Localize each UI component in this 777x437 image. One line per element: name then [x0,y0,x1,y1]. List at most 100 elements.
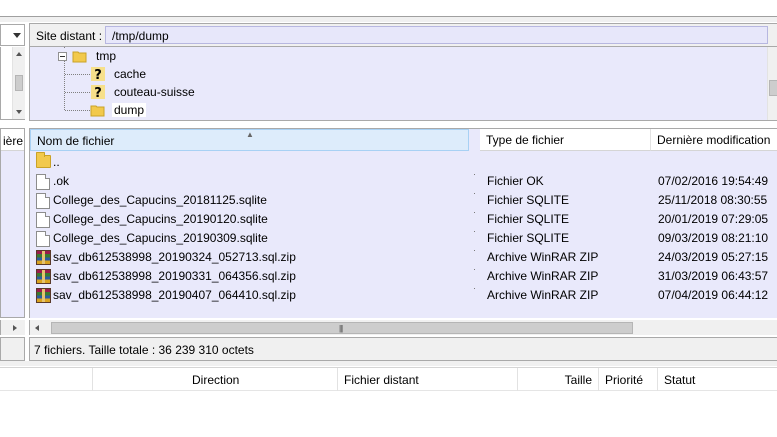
column-header-name[interactable]: Nom de fichier ▲ [30,129,469,151]
column-header-type[interactable]: Type de fichier [480,129,651,151]
column-header-label: Direction [192,373,240,387]
tree-connector [65,92,90,93]
scroll-thumb[interactable] [15,75,23,91]
remote-file-list[interactable]: Nom de fichier ▲ Type de fichier Dernièr… [29,128,777,318]
file-modified: 20/01/2019 07:29:05 [658,212,769,226]
queue-column-priority[interactable]: Priorité [599,368,658,391]
column-separator [474,250,475,251]
column-header-label: Statut [664,373,696,387]
file-modified: 07/04/2019 06:44:12 [658,288,769,302]
splitter[interactable] [0,17,777,22]
file-name: College_des_Capucins_20181125.sqlite [53,193,267,207]
folder-icon [90,102,106,118]
remote-site-bar: Site distant : /tmp/dump [29,23,777,47]
queue-column-remote-file[interactable]: Fichier distant [338,368,518,391]
winrar-zip-icon [36,269,51,284]
file-row[interactable]: sav_db612538998_20190324_052713.sql.zip … [30,247,777,266]
file-name: sav_db612538998_20190324_052713.sql.zip [53,250,296,264]
arrow-left-icon[interactable] [35,324,39,331]
top-toolbar-strip [0,0,777,17]
remote-directory-tree[interactable]: tmp ? cache ? couteau-suisse dump [29,47,777,121]
file-name: College_des_Capucins_20190309.sqlite [53,231,268,245]
column-header-modified[interactable]: Dernière modification [651,129,777,151]
local-status-bar [0,337,25,361]
grip-icon: ||| [339,324,343,333]
file-type: Fichier SQLITE [487,193,570,207]
file-row[interactable]: .. [30,152,777,171]
sort-ascending-icon: ▲ [246,130,254,139]
file-row[interactable]: .ok Fichier OK 07/02/2016 19:54:49 [30,171,777,190]
file-row[interactable]: College_des_Capucins_20181125.sqlite Fic… [30,190,777,209]
local-tree-scrollbar[interactable] [12,47,25,119]
column-separator [474,288,475,289]
tree-connector [64,60,65,110]
file-type: Fichier OK [487,174,544,188]
file-type: Archive WinRAR ZIP [487,269,599,283]
chevron-down-icon[interactable] [13,33,21,38]
tree-item-label: dump [112,103,147,117]
file-name: sav_db612538998_20190407_064410.sql.zip [53,288,296,302]
local-column-header[interactable]: ière [1,129,24,151]
tree-connector [65,74,90,75]
file-type: Archive WinRAR ZIP [487,288,599,302]
unknown-folder-icon: ? [90,66,106,83]
column-separator [474,212,475,213]
queue-column-server[interactable] [0,368,93,391]
scroll-up-button[interactable] [13,47,25,61]
file-row[interactable]: College_des_Capucins_20190120.sqlite Fic… [30,209,777,228]
file-row[interactable]: sav_db612538998_20190331_064356.sql.zip … [30,266,777,285]
column-separator [474,193,475,194]
local-tree[interactable] [0,47,25,120]
queue-column-status[interactable]: Statut [658,368,777,391]
remote-horizontal-scrollbar[interactable]: ||| [29,320,777,335]
queue-column-direction[interactable]: Direction [93,368,338,391]
scroll-thumb[interactable] [769,80,777,96]
scroll-down-button[interactable] [13,105,25,119]
local-horizontal-scrollbar[interactable] [0,320,25,335]
tree-item-label: cache [114,67,147,81]
transfer-queue-list[interactable] [0,391,777,437]
column-header-label: Priorité [605,373,644,387]
arrow-down-icon [16,110,22,114]
file-row[interactable]: College_des_Capucins_20190309.sqlite Fic… [30,228,777,247]
column-separator [474,231,475,232]
file-icon [36,174,50,190]
file-name: .ok [53,174,70,188]
unknown-folder-icon: ? [90,84,106,101]
file-type: Fichier SQLITE [487,212,570,226]
svg-text:?: ? [94,68,102,82]
tree-item-label: tmp [96,49,117,63]
scroll-thumb[interactable]: ||| [51,322,633,334]
file-icon [36,193,50,209]
queue-column-size[interactable]: Taille [518,368,599,391]
local-file-list[interactable]: ière [0,128,25,318]
svg-text:?: ? [94,86,102,100]
column-header-label: Nom de fichier [37,134,115,148]
column-header-label: Type de fichier [486,133,565,147]
arrow-right-icon[interactable] [13,324,17,331]
arrow-up-icon [16,52,22,56]
local-file-list-body[interactable] [1,151,24,317]
transfer-queue-header: Direction Fichier distant Taille Priorit… [0,367,777,391]
splitter[interactable] [0,361,777,366]
remote-path-input[interactable]: /tmp/dump [105,26,768,44]
file-name: .. [53,155,60,169]
column-header-label: Fichier distant [344,373,419,387]
file-type: Archive WinRAR ZIP [487,250,599,264]
file-type: Fichier SQLITE [487,231,570,245]
local-site-combo[interactable] [0,24,25,46]
remote-site-label: Site distant : [36,29,103,43]
file-row[interactable]: sav_db612538998_20190407_064410.sql.zip … [30,285,777,304]
winrar-zip-icon [36,288,51,303]
file-modified: 09/03/2019 08:21:10 [658,231,769,245]
collapse-toggle-icon[interactable] [58,52,67,61]
file-modified: 07/02/2016 19:54:49 [658,174,769,188]
remote-tree-scrollbar[interactable] [767,47,777,120]
file-modified: 25/11/2018 08:30:55 [658,193,768,207]
file-modified: 24/03/2019 05:27:15 [658,250,769,264]
column-separator [474,269,475,270]
column-header-label: Dernière modification [657,133,771,147]
folder-icon [36,152,51,168]
column-separator [474,174,475,175]
remote-status-bar: 7 fichiers. Taille totale : 36 239 310 o… [29,337,777,361]
